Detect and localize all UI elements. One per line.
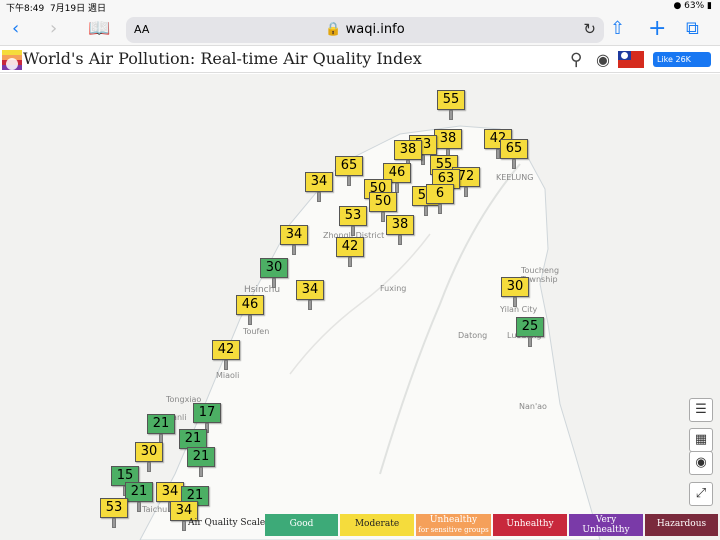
place-label: Datong	[458, 331, 488, 340]
aqi-station-marker[interactable]: 30	[501, 277, 529, 307]
forward-icon[interactable]: ›	[50, 18, 57, 40]
aqi-station-marker[interactable]: 21	[187, 447, 215, 477]
place-label: Nan'ao	[519, 402, 547, 411]
aqi-station-marker[interactable]: 30	[135, 442, 163, 472]
aqi-station-marker[interactable]: 46	[236, 295, 264, 325]
aqi-station-marker[interactable]: 42	[336, 237, 364, 267]
place-label: Fuxing	[380, 284, 407, 293]
aqi-station-marker[interactable]: 34	[305, 172, 333, 202]
reload-icon[interactable]: ↻	[583, 20, 596, 38]
aqi-station-marker[interactable]: 21	[147, 414, 175, 444]
legend-moderate[interactable]: Moderate	[340, 514, 414, 536]
place-label: Miaoli	[216, 371, 240, 380]
location-pin-icon[interactable]: ◉	[596, 50, 610, 69]
aqi-station-marker[interactable]: 25	[516, 317, 544, 347]
bookmarks-icon[interactable]: 📖	[88, 18, 110, 40]
aqi-map[interactable]: KEELUNG Zhongli District Hsinchu Fuxing …	[0, 74, 720, 540]
aqi-station-marker[interactable]: 34	[296, 280, 324, 310]
share-icon[interactable]: ⇧	[610, 18, 625, 40]
new-tab-icon[interactable]: +	[648, 18, 666, 40]
battery-indicator: ● 63% ▮	[673, 1, 712, 11]
legend-unhealthy[interactable]: Unhealthy	[493, 514, 567, 536]
waqi-logo-icon[interactable]	[2, 50, 22, 70]
aqi-station-marker[interactable]: 42	[212, 340, 240, 370]
aqi-station-marker[interactable]: 38	[386, 215, 414, 245]
aqi-station-marker[interactable]: 53	[100, 498, 128, 528]
taiwan-land-shape	[139, 125, 601, 540]
facebook-like-button[interactable]: Like 26K	[653, 52, 711, 67]
place-label: Toufen	[243, 327, 270, 336]
legend-unhealthy-sensitive[interactable]: Unhealthy for sensitive groups	[416, 514, 491, 536]
air-quality-legend: Air Quality Scale Good Moderate Unhealth…	[188, 512, 720, 536]
aqi-station-marker[interactable]: 34	[280, 225, 308, 255]
aqi-station-marker[interactable]: 53	[339, 206, 367, 236]
browser-toolbar: ‹ › 📖 AA 🔒 waqi.info ↻ ⇧ + ⧉	[0, 14, 720, 46]
aqi-station-marker[interactable]: 6	[426, 184, 454, 214]
url-text: 🔒 waqi.info	[325, 22, 405, 37]
tabs-icon[interactable]: ⧉	[686, 18, 699, 40]
map-view-icon[interactable]: ▦	[689, 428, 713, 452]
legend-very-unhealthy[interactable]: Very Unhealthy	[569, 514, 643, 536]
aqi-station-marker[interactable]: 30	[260, 258, 288, 288]
aqi-station-marker[interactable]: 65	[335, 156, 363, 186]
search-icon[interactable]: ⚲	[570, 50, 582, 70]
mask-icon[interactable]: ◉	[689, 451, 713, 475]
fullscreen-icon[interactable]: ⤢	[689, 482, 713, 506]
place-label: KEELUNG	[496, 173, 534, 182]
aqi-station-marker[interactable]: 65	[500, 139, 528, 169]
status-time: 下午8:49 7月19日 週日	[6, 4, 106, 14]
taiwan-flag-icon[interactable]	[618, 51, 644, 68]
legend-good[interactable]: Good	[265, 514, 338, 536]
legend-title: Air Quality Scale	[188, 518, 266, 528]
site-title[interactable]: World's Air Pollution: Real-time Air Qua…	[23, 49, 422, 68]
site-header: World's Air Pollution: Real-time Air Qua…	[0, 47, 720, 73]
legend-hazardous[interactable]: Hazardous	[645, 514, 718, 536]
status-bar: 下午8:49 7月19日 週日 ● 63% ▮	[0, 0, 720, 14]
aqi-station-marker[interactable]: 21	[125, 482, 153, 512]
aqi-station-marker[interactable]: 55	[437, 90, 465, 120]
back-icon[interactable]: ‹	[12, 18, 19, 40]
layers-icon[interactable]: ☰	[689, 398, 713, 422]
address-bar[interactable]: AA 🔒 waqi.info ↻	[126, 17, 604, 43]
